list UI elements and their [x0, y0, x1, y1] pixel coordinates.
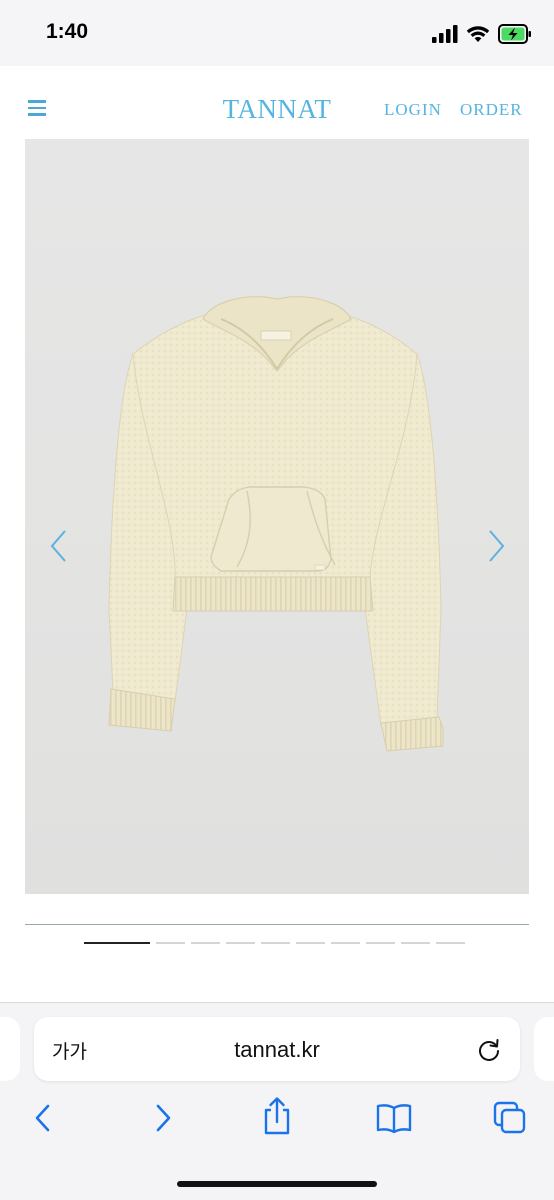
slide-dot[interactable] [296, 942, 325, 944]
address-bar[interactable]: 가가 tannat.kr [34, 1017, 520, 1081]
chevron-right-icon[interactable] [486, 529, 506, 563]
slide-dot[interactable] [401, 942, 430, 944]
order-link[interactable]: ORDER [460, 100, 523, 120]
chevron-left-icon[interactable] [49, 529, 69, 563]
slide-dot[interactable] [226, 942, 255, 944]
slide-dot[interactable] [191, 942, 220, 944]
wifi-icon [466, 26, 490, 42]
back-icon[interactable] [32, 1100, 54, 1136]
bookmarks-icon[interactable] [375, 1100, 413, 1136]
status-time: 1:40 [46, 20, 89, 43]
share-icon[interactable] [261, 1096, 293, 1136]
slide-dot[interactable] [331, 942, 360, 944]
slide-dot[interactable] [156, 942, 185, 944]
site-header: TANNAT LOGIN ORDER [0, 66, 554, 140]
slider-divider [25, 924, 529, 925]
cellular-signal-icon [432, 25, 458, 43]
product-image[interactable] [25, 139, 529, 894]
sweater-illustration [108, 296, 444, 752]
page-settings-button[interactable]: 가가 [52, 1037, 87, 1064]
url-text: tannat.kr [234, 1037, 320, 1062]
tabs-icon[interactable] [492, 1100, 528, 1136]
slide-dot[interactable] [366, 942, 395, 944]
slide-dot[interactable] [261, 942, 290, 944]
home-indicator [177, 1181, 377, 1187]
login-link[interactable]: LOGIN [384, 100, 442, 120]
status-icons [432, 22, 532, 46]
slide-dot-active[interactable] [84, 942, 150, 944]
status-bar: 1:40 [0, 0, 554, 66]
forward-icon[interactable] [152, 1100, 174, 1136]
next-tab-peek[interactable] [534, 1017, 554, 1081]
slide-pagination [84, 942, 465, 944]
slide-dot[interactable] [436, 942, 465, 944]
battery-charging-icon [498, 24, 531, 44]
reload-icon[interactable] [476, 1037, 502, 1063]
previous-tab-peek[interactable] [0, 1017, 20, 1081]
hamburger-menu-icon[interactable] [28, 100, 46, 116]
